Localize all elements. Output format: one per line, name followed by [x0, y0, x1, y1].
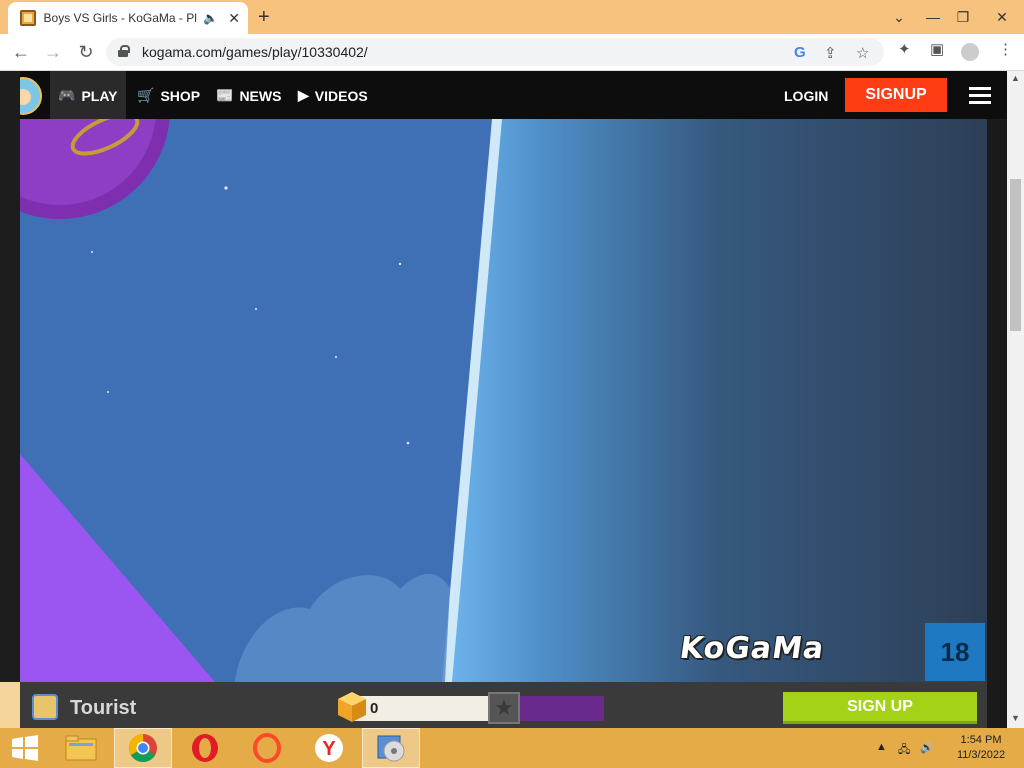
nav-videos[interactable]: ▶ VIDEOS	[298, 87, 368, 104]
opera-gx-icon	[253, 733, 281, 763]
tab-search-chevron-icon[interactable]: ⌄	[880, 0, 918, 34]
gold-cube-icon	[338, 692, 366, 722]
login-link[interactable]: LOGIN	[784, 88, 828, 104]
opera-icon	[192, 734, 218, 762]
cart-icon: 🛒	[137, 87, 155, 103]
game-scene-graphic	[20, 119, 987, 682]
profile-avatar-icon[interactable]	[961, 43, 979, 61]
browser-tab-strip: Boys VS Girls - KoGaMa - Pla 🔈 ✕ + ⌄ — ❐…	[0, 0, 1024, 34]
hamburger-menu-icon[interactable]	[969, 87, 991, 105]
taskbar-media-app[interactable]	[362, 728, 420, 768]
close-tab-icon[interactable]: ✕	[228, 10, 240, 27]
menu-kebab-icon[interactable]: ⋮	[998, 40, 1013, 58]
page-left-edge	[0, 71, 20, 682]
side-panel-icon[interactable]: ▣	[930, 40, 944, 58]
disc-icon	[377, 735, 405, 762]
bookmark-star-icon[interactable]: ☆	[856, 44, 869, 62]
lock-icon[interactable]	[118, 45, 130, 57]
clock-time: 1:54 PM	[960, 734, 1002, 746]
clock-date: 11/3/2022	[956, 749, 1006, 761]
volume-icon[interactable]: 🔊	[920, 741, 934, 754]
taskbar-opera-gx[interactable]	[238, 728, 296, 768]
scroll-up-arrow-icon[interactable]: ▲	[1011, 73, 1020, 83]
forward-arrow-icon[interactable]: →	[42, 42, 64, 63]
gamepad-icon: 🎮	[58, 87, 76, 103]
game-bottom-bar: Tourist 0 ★ SIGN UP	[20, 682, 987, 728]
kogama-favicon-icon	[20, 10, 36, 26]
signup-button[interactable]: SIGNUP	[845, 78, 947, 112]
address-bar[interactable]: kogama.com/games/play/10330402/ G ⇪ ☆	[106, 38, 884, 66]
new-tab-button[interactable]: +	[258, 6, 270, 29]
level-progress-bar	[520, 696, 604, 721]
google-lens-icon[interactable]: G	[794, 44, 806, 61]
folder-icon	[65, 735, 97, 761]
taskbar-chrome[interactable]	[114, 728, 172, 768]
extensions-puzzle-icon[interactable]: ✦	[898, 40, 911, 58]
taskbar-file-explorer[interactable]	[52, 728, 110, 768]
nav-shop[interactable]: 🛒 SHOP	[137, 87, 200, 104]
speaker-icon[interactable]: 🔈	[203, 11, 218, 25]
reload-icon[interactable]: ↻	[75, 42, 97, 63]
start-button[interactable]	[0, 728, 50, 768]
close-window-icon[interactable]: ✕	[980, 0, 1024, 34]
nav-play-label: PLAY	[81, 87, 118, 104]
minimize-window-icon[interactable]: —	[918, 0, 948, 34]
browser-toolbar: ← → ↻ kogama.com/games/play/10330402/ G …	[0, 34, 1024, 71]
nav-news-label: NEWS	[239, 87, 282, 104]
svg-text:Y: Y	[322, 738, 336, 760]
tab-title: Boys VS Girls - KoGaMa - Pla	[43, 11, 198, 25]
back-arrow-icon[interactable]: ←	[10, 42, 32, 63]
taskbar-yandex[interactable]: Y	[300, 728, 358, 768]
chrome-icon	[129, 734, 157, 762]
kogama-watermark: KoGaMa	[677, 631, 827, 666]
game-signup-button[interactable]: SIGN UP	[783, 692, 977, 724]
newspaper-icon: 📰	[216, 87, 234, 103]
nav-shop-label: SHOP	[160, 87, 201, 104]
scrollbar-thumb[interactable]	[1010, 179, 1021, 331]
restore-window-icon[interactable]: ❐	[948, 0, 978, 34]
page-right-edge	[987, 119, 1007, 728]
nav-videos-label: VIDEOS	[314, 87, 368, 104]
level-badge: 18	[925, 623, 985, 681]
level-star-icon: ★	[488, 692, 520, 724]
windows-logo-icon	[12, 735, 38, 761]
video-play-icon: ▶	[298, 87, 309, 103]
page-scrollbar[interactable]: ▲ ▼	[1007, 71, 1024, 728]
yandex-icon: Y	[315, 734, 343, 762]
network-icon[interactable]: 🖧	[898, 741, 910, 760]
browser-tab[interactable]: Boys VS Girls - KoGaMa - Pla 🔈 ✕	[8, 2, 248, 34]
windows-taskbar: Y ▲ 🖧 🔊 1:54 PM 11/3/2022	[0, 728, 1024, 768]
gold-value: 0	[370, 700, 379, 717]
nav-news[interactable]: 📰 NEWS	[216, 87, 281, 104]
url-text[interactable]: kogama.com/games/play/10330402/	[142, 44, 368, 60]
game-canvas[interactable]: KoGaMa	[20, 119, 987, 682]
taskbar-clock[interactable]: 1:54 PM 11/3/2022	[946, 733, 1016, 763]
nav-play[interactable]: 🎮 PLAY	[58, 87, 118, 104]
avatar-cube-icon	[32, 694, 58, 720]
scroll-down-arrow-icon[interactable]: ▼	[1011, 713, 1020, 723]
taskbar-opera[interactable]	[176, 728, 234, 768]
tourist-label: Tourist	[70, 697, 137, 719]
share-icon[interactable]: ⇪	[824, 44, 837, 62]
show-hidden-icons-chevron-icon[interactable]: ▲	[876, 741, 887, 753]
